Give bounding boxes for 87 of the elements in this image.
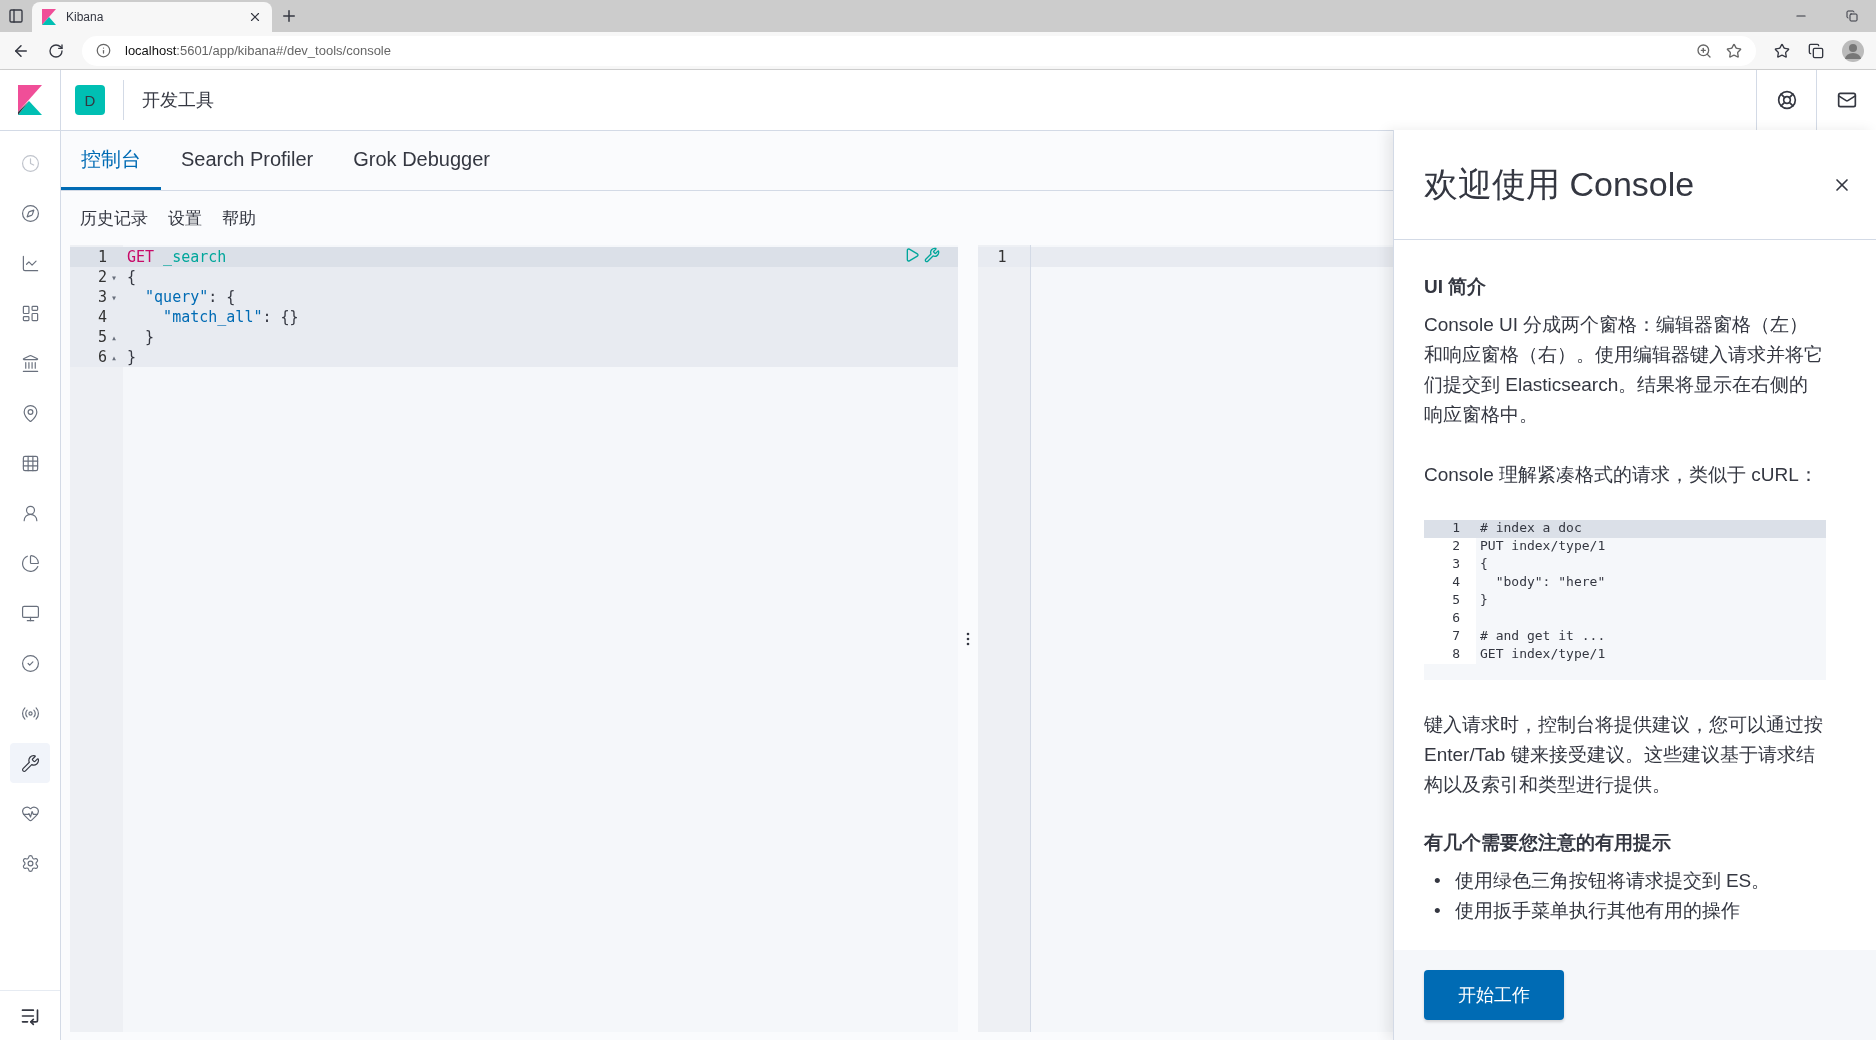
check-icon [20, 653, 40, 673]
line-number: 3 [1452, 556, 1460, 571]
fold-toggle[interactable]: ▴ [109, 331, 119, 343]
paragraph: 键入请求时，控制台将提供建议，您可以通过按 Enter/Tab 键来接受建议。这些建议基于请求结构以及索引和类型进行提供。 [1424, 713, 1824, 797]
code-line: "query": { [144, 288, 236, 306]
bullet-text: 使用绿色三角按钮将请求提交到 ES。 [1454, 869, 1771, 893]
mail-icon[interactable] [1836, 90, 1857, 110]
bullet-marker: • [1434, 869, 1441, 893]
line-number: 4 [97, 308, 107, 326]
url-text: localhost:5601/app/kibana#/dev_tools/console [125, 43, 391, 58]
avatar-icon [1842, 39, 1864, 62]
tab[interactable]: Search Profiler [161, 131, 334, 190]
line-number: 8 [1452, 646, 1460, 661]
nav-item[interactable] [10, 743, 50, 783]
monitor-icon [20, 603, 40, 623]
reload-icon [48, 42, 64, 59]
line-number: 5 [97, 328, 107, 346]
bullet-text: 使用扳手菜单执行其他有用的操作 [1454, 899, 1740, 923]
code-line: # index a doc [1480, 520, 1582, 535]
play-icon[interactable] [904, 247, 920, 263]
collections-icon [1808, 42, 1824, 59]
fold-toggle[interactable]: ▾ [109, 291, 119, 303]
code-line: PUT index/type/1 [1480, 538, 1606, 553]
tab[interactable]: 控制台 [61, 131, 161, 190]
wrench-icon[interactable] [924, 247, 940, 263]
paragraph: Console 理解紧凑格式的请求，类似于 cURL： [1424, 463, 1819, 487]
flyout-title: 欢迎使用 Console [1424, 163, 1695, 205]
fold-toggle[interactable]: ▾ [109, 271, 119, 283]
compass-icon [20, 203, 40, 223]
bullet-marker: • [1434, 899, 1441, 923]
code-line: GET index/type/1 [1480, 646, 1606, 661]
space-avatar[interactable]: D [75, 85, 105, 115]
kibana-logo-icon[interactable] [18, 85, 42, 115]
paragraph: Console UI 分成两个窗格：编辑器窗格（左）和响应窗格（右）。使用编辑器键入请求并将它们提交到 Elasticsearch。结果将显示在右侧的响应窗格中。 [1424, 313, 1824, 427]
line-number: 4 [1452, 574, 1460, 589]
close-icon [248, 10, 262, 24]
line-number: 3 [97, 288, 107, 306]
menu-link[interactable]: 帮助 [222, 206, 256, 230]
code-line: "body": "here" [1494, 574, 1606, 589]
grid-icon [20, 453, 40, 473]
menu-link[interactable]: 历史记录 [80, 206, 148, 230]
address-bar[interactable]: localhost:5601/app/kibana#/dev_tools/console [82, 35, 1756, 66]
page-title: 开发工具 [142, 89, 214, 112]
code-line: # and get it ... [1480, 628, 1606, 643]
favorites-icon [1774, 42, 1790, 59]
fold-toggle[interactable]: ▴ [109, 351, 119, 363]
sidebar-icon [8, 8, 24, 24]
pie-chart-icon [20, 553, 40, 573]
clock-icon [20, 153, 40, 173]
tab[interactable]: Grok Debugger [333, 131, 511, 190]
section-heading: 有几个需要您注意的有用提示 [1424, 831, 1672, 855]
line-number: 1 [97, 248, 107, 266]
heart-pulse-icon [20, 803, 40, 823]
line-number: 7 [1452, 628, 1460, 643]
code-line: GET _search [127, 248, 227, 266]
zoom-icon [1696, 42, 1712, 59]
code-line: } [127, 348, 137, 366]
help-icon[interactable] [1776, 90, 1797, 110]
line-number: 6 [1452, 610, 1460, 625]
restore-icon [1846, 10, 1858, 22]
request-editor[interactable]: 1 2 ▾ 3 ▾ 4 5 ▴ 6 ▴ GET _search { "query": { "match_all": {} } } [70, 245, 958, 1032]
favorite-icon [1726, 42, 1742, 59]
line-number: 1 [997, 248, 1007, 266]
line-number: 2 [1452, 538, 1460, 553]
code-line: } [144, 328, 155, 346]
building-icon [20, 353, 40, 373]
line-number: 6 [97, 348, 107, 366]
browser-tab[interactable]: Kibana [32, 2, 272, 32]
chart-icon [20, 253, 40, 273]
kibana-logo-icon [42, 9, 56, 25]
code-line: { [1480, 556, 1488, 571]
settings-icon [20, 853, 40, 873]
line-number: 1 [1452, 520, 1460, 535]
wrench-icon [20, 753, 40, 773]
new-tab-icon [280, 7, 298, 25]
tab-title: Kibana [66, 10, 104, 24]
line-number: 2 [97, 268, 107, 286]
resize-handle-icon[interactable] [966, 631, 970, 646]
code-line: "match_all": {} [162, 308, 299, 326]
section-heading: UI 简介 [1424, 275, 1488, 299]
line-number: 5 [1452, 592, 1460, 607]
code-line: } [1480, 592, 1488, 607]
info-icon [96, 43, 111, 58]
get-started-button[interactable]: 开始工作 [1424, 970, 1564, 1020]
dashboard-icon [20, 303, 40, 323]
menu-link[interactable]: 设置 [168, 206, 202, 230]
code-line: { [127, 268, 137, 286]
